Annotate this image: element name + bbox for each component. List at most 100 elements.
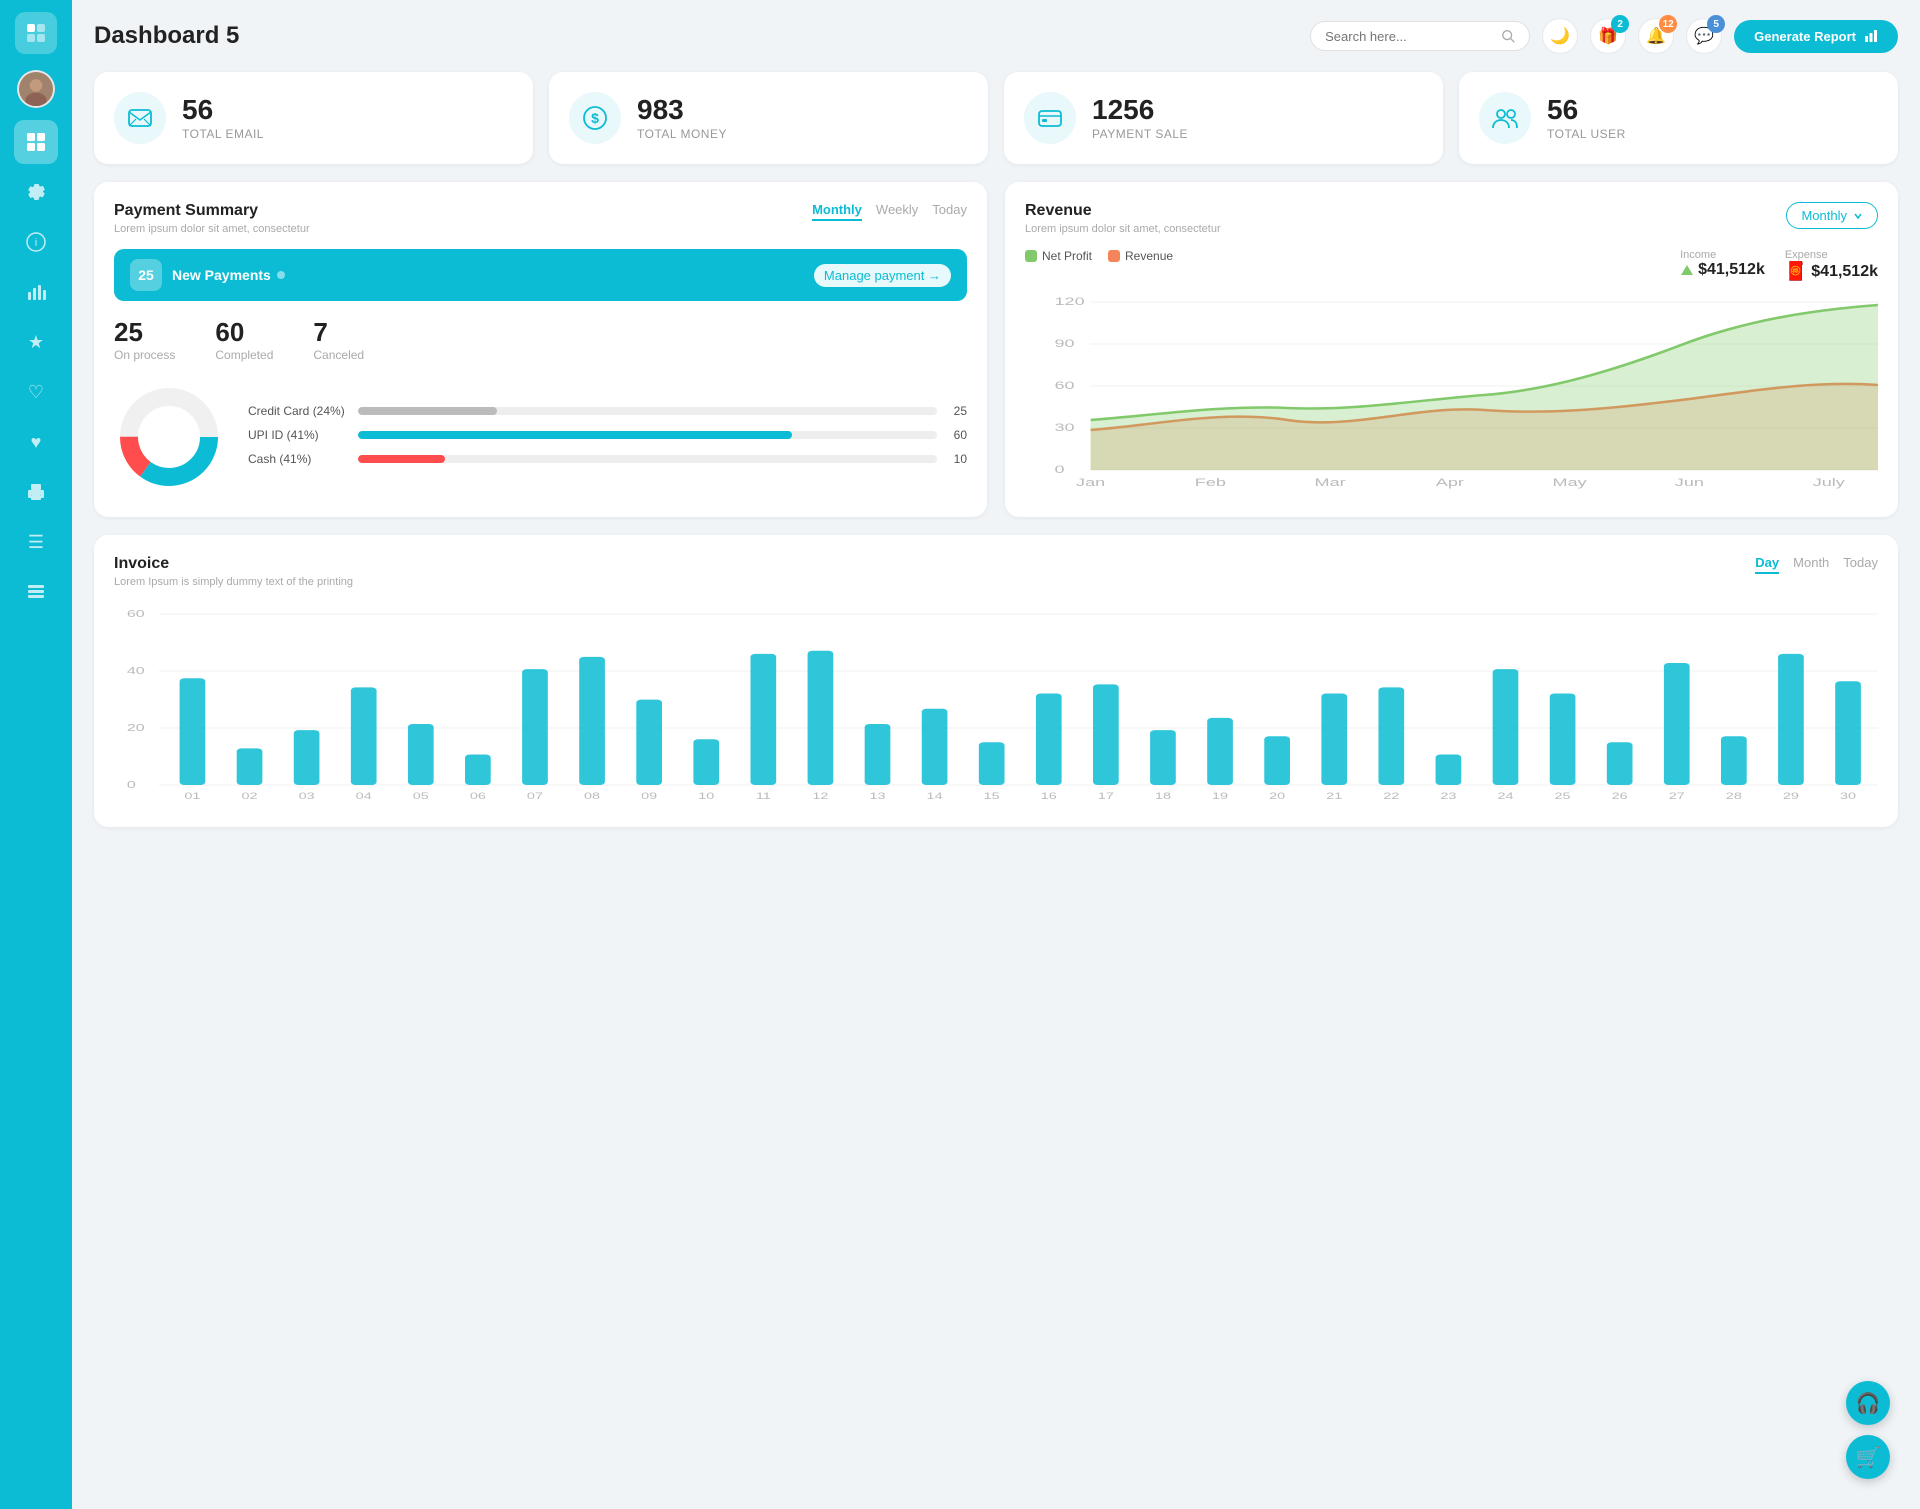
svg-text:17: 17 <box>1098 791 1114 801</box>
net-profit-label: Net Profit <box>1042 249 1092 263</box>
headset-icon: 🎧 <box>1856 1391 1881 1416</box>
income-value: $41,512k <box>1698 261 1765 279</box>
chat-button[interactable]: 💬 5 <box>1686 18 1722 54</box>
email-icon <box>114 92 166 144</box>
invoice-section: Invoice Lorem Ipsum is simply dummy text… <box>94 535 1898 827</box>
invoice-tab-month[interactable]: Month <box>1793 555 1829 574</box>
header: Dashboard 5 🌙 🎁 2 🔔 12 💬 <box>94 18 1898 54</box>
notification-button[interactable]: 🔔 12 <box>1638 18 1674 54</box>
invoice-tab-day[interactable]: Day <box>1755 555 1779 574</box>
cash-label: Cash (41%) <box>248 452 348 466</box>
credit-card-label: Credit Card (24%) <box>248 404 348 418</box>
svg-text:22: 22 <box>1383 791 1399 801</box>
svg-text:04: 04 <box>356 791 372 801</box>
main-content: Dashboard 5 🌙 🎁 2 🔔 12 💬 <box>72 0 1920 1509</box>
svg-text:20: 20 <box>127 722 145 733</box>
svg-text:60: 60 <box>127 608 145 619</box>
users-icon <box>1479 92 1531 144</box>
new-payments-label: New Payments <box>172 267 285 283</box>
users-value: 56 <box>1547 95 1626 126</box>
revenue-dot <box>1108 250 1120 262</box>
gift-button[interactable]: 🎁 2 <box>1590 18 1626 54</box>
svg-text:i: i <box>35 237 37 249</box>
svg-text:20: 20 <box>1269 791 1285 801</box>
sidebar-item-list[interactable] <box>14 570 58 614</box>
svg-text:12: 12 <box>812 791 828 801</box>
svg-text:05: 05 <box>413 791 429 801</box>
invoice-title: Invoice <box>114 555 353 573</box>
sidebar-item-info[interactable]: i <box>14 220 58 264</box>
revenue-card: Revenue Lorem ipsum dolor sit amet, cons… <box>1005 182 1898 517</box>
legend-revenue: Revenue <box>1108 249 1173 263</box>
credit-card-fill <box>358 407 497 415</box>
payment-summary-card: Payment Summary Lorem ipsum dolor sit am… <box>94 182 987 517</box>
svg-text:Apr: Apr <box>1436 476 1464 489</box>
svg-text:21: 21 <box>1326 791 1342 801</box>
bar-cash: Cash (41%) 10 <box>248 452 967 466</box>
search-input[interactable] <box>1325 29 1493 44</box>
revenue-legend: Net Profit Revenue <box>1025 249 1173 263</box>
svg-text:10: 10 <box>698 791 714 801</box>
svg-text:02: 02 <box>241 791 257 801</box>
svg-text:03: 03 <box>299 791 315 801</box>
stat-card-email: 56 TOTAL EMAIL <box>94 72 533 164</box>
sidebar-item-star[interactable]: ★ <box>14 320 58 364</box>
svg-text:26: 26 <box>1612 791 1628 801</box>
svg-text:90: 90 <box>1055 337 1075 350</box>
search-box[interactable] <box>1310 21 1530 51</box>
invoice-tab-today[interactable]: Today <box>1843 555 1878 574</box>
invoice-tab-group: Day Month Today <box>1755 555 1878 574</box>
revenue-monthly-dropdown[interactable]: Monthly <box>1786 202 1878 229</box>
on-process-label: On process <box>114 348 175 362</box>
generate-report-button[interactable]: Generate Report <box>1734 20 1898 53</box>
support-button[interactable]: 🎧 <box>1846 1381 1890 1425</box>
sidebar-item-heart-outline[interactable]: ♡ <box>14 370 58 414</box>
manage-payment-link[interactable]: Manage payment → <box>814 264 951 287</box>
expense-label: Expense <box>1785 249 1878 261</box>
revenue-chart: 120 90 60 30 0 <box>1025 290 1878 495</box>
svg-text:Mar: Mar <box>1315 476 1346 489</box>
sidebar-item-menu[interactable]: ☰ <box>14 520 58 564</box>
middle-row: Payment Summary Lorem ipsum dolor sit am… <box>94 182 1898 517</box>
svg-text:60: 60 <box>1055 379 1075 392</box>
svg-text:14: 14 <box>927 791 943 801</box>
search-icon <box>1501 28 1515 44</box>
sidebar-item-heart-fill[interactable]: ♥ <box>14 420 58 464</box>
svg-text:120: 120 <box>1055 295 1085 308</box>
dark-mode-button[interactable]: 🌙 <box>1542 18 1578 54</box>
revenue-label: Revenue <box>1125 249 1173 263</box>
sidebar-item-print[interactable] <box>14 470 58 514</box>
svg-text:Jan: Jan <box>1076 476 1105 489</box>
sidebar-item-settings[interactable] <box>14 170 58 214</box>
tab-monthly[interactable]: Monthly <box>812 202 862 221</box>
floating-buttons: 🎧 🛒 <box>1846 1381 1890 1479</box>
svg-text:29: 29 <box>1783 791 1799 801</box>
invoice-header: Invoice Lorem Ipsum is simply dummy text… <box>114 555 1878 588</box>
sidebar-logo[interactable] <box>15 12 57 54</box>
cash-val: 10 <box>947 452 967 466</box>
income-stat: Income $41,512k <box>1680 249 1765 282</box>
completed-value: 60 <box>215 317 273 348</box>
sidebar-item-dashboard[interactable] <box>14 120 58 164</box>
svg-text:19: 19 <box>1212 791 1228 801</box>
legend-net-profit: Net Profit <box>1025 249 1092 263</box>
svg-text:24: 24 <box>1497 791 1513 801</box>
cash-track <box>358 455 937 463</box>
revenue-stats: Income $41,512k Expense 🧧 $41,512k <box>1680 249 1878 282</box>
svg-text:Feb: Feb <box>1195 476 1226 489</box>
avatar[interactable] <box>17 70 55 108</box>
income-arrow-icon <box>1680 263 1694 277</box>
canceled-value: 7 <box>313 317 364 348</box>
cart-button[interactable]: 🛒 <box>1846 1435 1890 1479</box>
sidebar-item-chart[interactable] <box>14 270 58 314</box>
tab-today[interactable]: Today <box>932 202 967 221</box>
tab-weekly[interactable]: Weekly <box>876 202 918 221</box>
svg-text:30: 30 <box>1055 421 1075 434</box>
upi-label: UPI ID (41%) <box>248 428 348 442</box>
revenue-tab-label: Monthly <box>1801 208 1847 223</box>
svg-text:09: 09 <box>641 791 657 801</box>
header-right: 🌙 🎁 2 🔔 12 💬 5 Generate Report <box>1310 18 1898 54</box>
svg-text:July: July <box>1813 476 1846 489</box>
new-payments-count: 25 <box>130 259 162 291</box>
canceled-label: Canceled <box>313 348 364 362</box>
